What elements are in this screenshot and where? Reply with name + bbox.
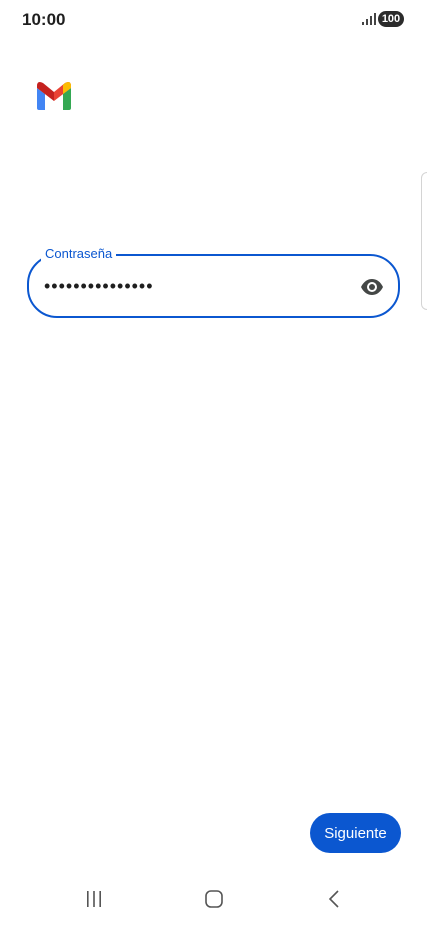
status-bar: 10:00 100: [0, 0, 427, 40]
password-field-label: Contraseña: [41, 246, 117, 262]
recents-icon[interactable]: [84, 889, 104, 909]
eye-icon[interactable]: [359, 274, 385, 300]
edge-panel-handle[interactable]: [421, 172, 427, 310]
gmail-logo: [37, 82, 71, 110]
next-button[interactable]: Siguiente: [310, 813, 401, 853]
back-icon[interactable]: [325, 889, 345, 909]
password-field[interactable]: Contraseña •••••••••••••••: [27, 246, 400, 318]
navigation-bar: [0, 876, 427, 926]
home-icon[interactable]: [204, 889, 224, 909]
battery-icon: 100: [378, 11, 404, 27]
password-field-value[interactable]: •••••••••••••••: [44, 277, 154, 295]
status-time: 10:00: [22, 10, 66, 29]
signal-icon: [362, 13, 376, 25]
